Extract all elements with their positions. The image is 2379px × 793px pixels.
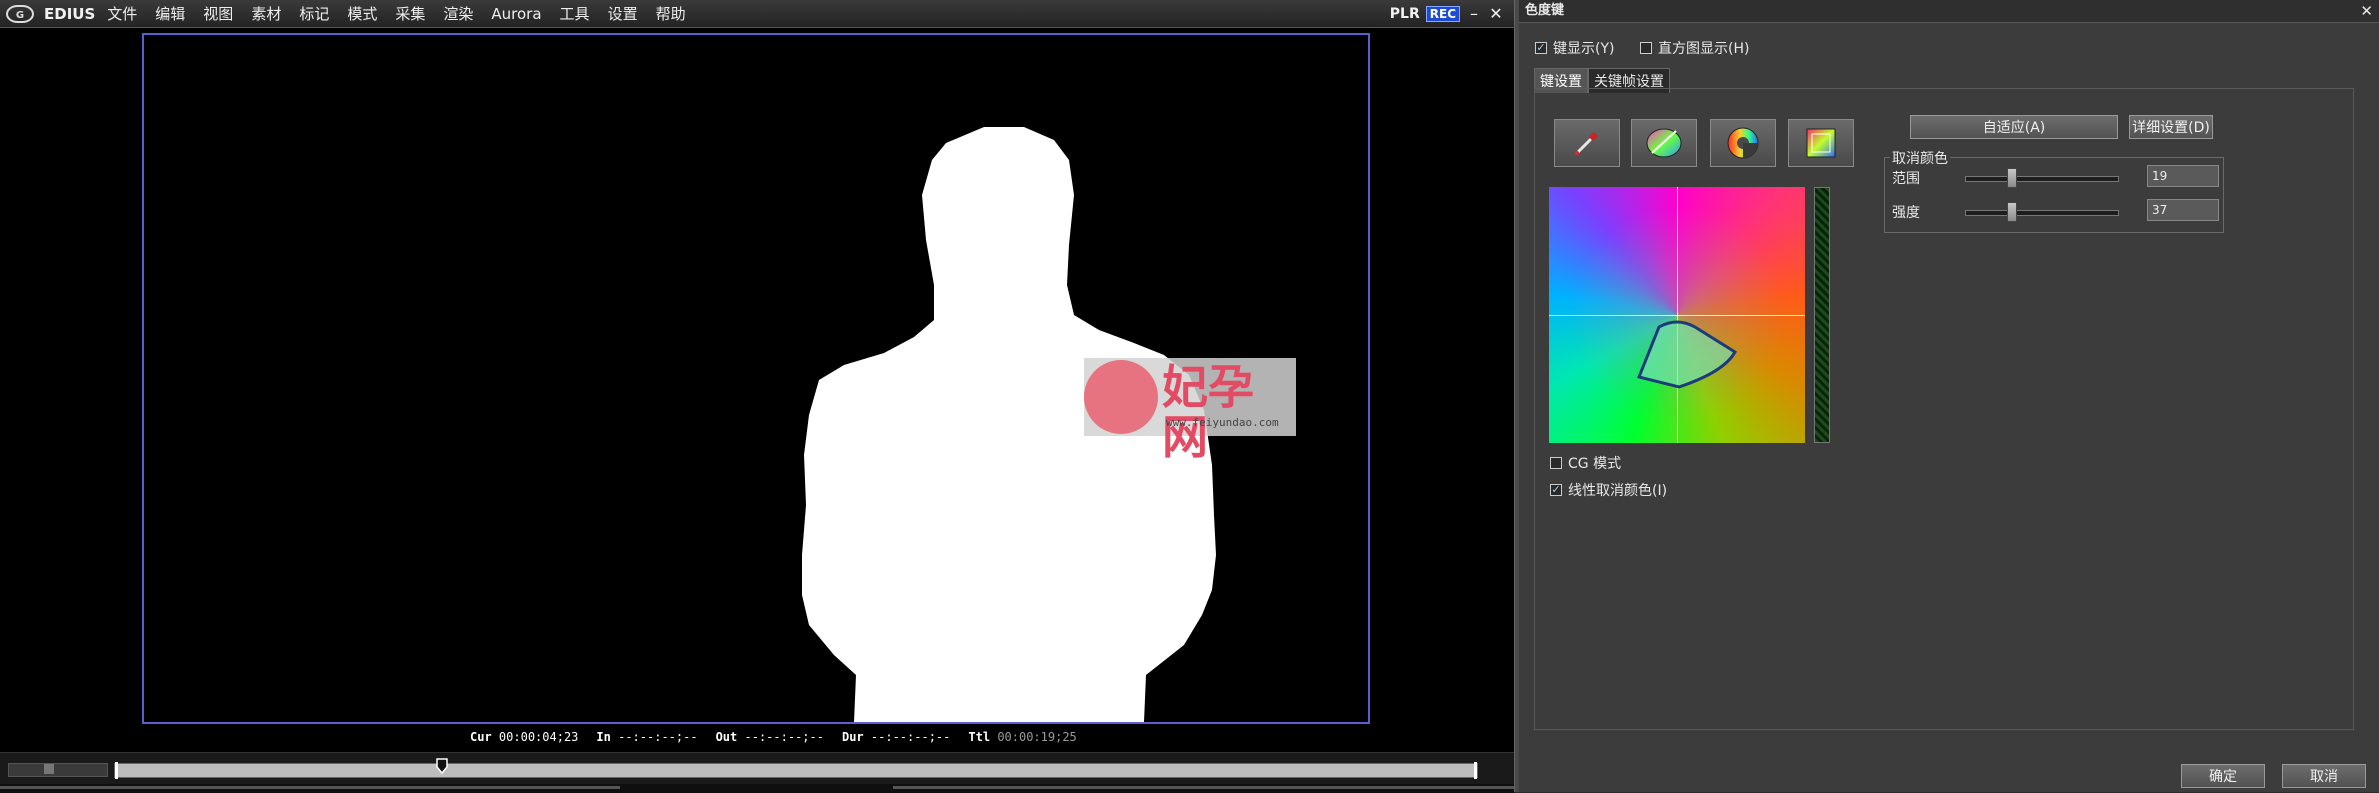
histogram-checkbox[interactable]: 直方图显示(H) [1640,38,1749,58]
range-slider-track[interactable] [1965,176,2119,182]
recorder-mode-label[interactable]: REC [1425,5,1460,22]
menu-help[interactable]: 帮助 [656,3,686,24]
auto-button[interactable]: 自适应(A) [1910,115,2118,139]
playhead-icon[interactable] [436,758,448,774]
dialog-title: 色度键 [1525,3,1565,18]
close-icon[interactable]: ✕ [2360,0,2373,22]
player-window: G EDIUS 文件 编辑 视图 素材 标记 模式 采集 渲染 Aurora 工… [0,0,1514,793]
cancel-color-group-title: 取消颜色 [1890,148,1950,168]
dialog-title-bar: 色度键 ✕ [1519,0,2379,23]
cg-mode-label: CG 模式 [1568,456,1622,472]
eyedropper-icon [1575,132,1598,155]
ok-button[interactable]: 确定 [2181,764,2265,788]
menu-bar: G EDIUS 文件 编辑 视图 素材 标记 模式 采集 渲染 Aurora 工… [0,0,1514,28]
checkbox-checked-icon[interactable]: ✓ [1535,42,1547,54]
menu-clip[interactable]: 素材 [251,3,281,24]
key-display-label: 键显示(Y) [1553,41,1615,57]
color-region-button[interactable] [1631,119,1697,167]
menu-render[interactable]: 渲染 [443,3,473,24]
timeline-track[interactable] [114,762,1478,779]
menu-capture[interactable]: 采集 [395,3,425,24]
key-color-sector[interactable] [1549,187,1805,443]
zoom-slider[interactable] [8,763,108,777]
strength-slider-thumb[interactable] [2007,202,2017,222]
menu-view[interactable]: 视图 [203,3,233,24]
strip-segment [893,786,1514,789]
timeline-end-marker [1474,762,1477,779]
timecode-dur: Dur --:--:--;-- [841,730,951,744]
menu-marker[interactable]: 标记 [299,3,329,24]
detail-settings-button[interactable]: 详细设置(D) [2129,115,2213,139]
hue-wheel-icon [1727,127,1759,159]
cancel-color-group: 取消颜色 范围 19 强度 37 [1884,148,2224,233]
timeline-scrubber [0,752,1514,793]
color-square-button[interactable] [1788,119,1854,167]
edius-logo-icon: G [6,4,34,23]
strip-segment [0,786,620,789]
luminance-bar[interactable] [1814,187,1830,443]
menu-edit[interactable]: 编辑 [155,3,185,24]
watermark-url: www.feiyundao.com [1166,416,1279,429]
color-wheel-display[interactable] [1549,187,1805,443]
player-mode-label[interactable]: PLR [1390,6,1420,22]
timecode-ttl: Ttl 00:00:19;25 [968,730,1077,744]
checkbox-checked-icon[interactable]: ✓ [1550,484,1562,496]
menu-mode[interactable]: 模式 [347,3,377,24]
strength-slider-track[interactable] [1965,210,2119,216]
checkbox-unchecked-icon[interactable] [1550,457,1562,469]
timeline-start-marker [115,762,118,779]
linear-cancel-color-checkbox[interactable]: ✓ 线性取消颜色(I) [1550,480,1667,500]
watermark-text: 妃孕网 [1162,360,1254,464]
chroma-key-dialog: 色度键 ✕ ✓ 键显示(Y) 直方图显示(H) 键设置 关键帧设置 自适应(A)… [1519,0,2379,792]
timecode-out: Out --:--:--;-- [715,730,824,744]
range-slider-thumb[interactable] [2007,168,2017,188]
watermark-logo-icon [1084,360,1158,434]
menu-tools[interactable]: 工具 [560,3,590,24]
minimize-icon[interactable]: – [1466,4,1482,23]
timecode-in: In --:--:--;-- [596,730,698,744]
color-square-icon [1806,128,1836,158]
cancel-button[interactable]: 取消 [2282,764,2366,788]
cg-mode-checkbox[interactable]: CG 模式 [1550,453,1621,473]
histogram-label: 直方图显示(H) [1658,41,1750,57]
watermark: 妃孕网 www.feiyundao.com [1084,358,1296,462]
color-region-icon [1646,128,1682,158]
strength-label: 强度 [1892,205,1920,221]
preview-monitor: 妃孕网 www.feiyundao.com [142,33,1370,724]
close-icon[interactable]: ✕ [1488,4,1504,23]
range-input[interactable]: 19 [2147,165,2219,187]
eyedropper-button[interactable] [1554,119,1620,167]
key-display-checkbox[interactable]: ✓ 键显示(Y) [1535,38,1614,58]
menu-settings[interactable]: 设置 [608,3,638,24]
linear-cancel-color-label: 线性取消颜色(I) [1568,483,1668,499]
timecode-readout: Cur 00:00:04;23 In --:--:--;-- Out --:--… [470,730,1077,748]
strength-input[interactable]: 37 [2147,199,2219,221]
hue-wheel-button[interactable] [1710,119,1776,167]
menu-aurora[interactable]: Aurora [491,5,541,23]
app-name: EDIUS [44,4,96,23]
menu-file[interactable]: 文件 [107,3,137,24]
timecode-cur: Cur 00:00:04;23 [470,730,579,744]
checkbox-unchecked-icon[interactable] [1640,42,1652,54]
zoom-slider-thumb[interactable] [44,764,54,774]
range-label: 范围 [1892,171,1920,187]
